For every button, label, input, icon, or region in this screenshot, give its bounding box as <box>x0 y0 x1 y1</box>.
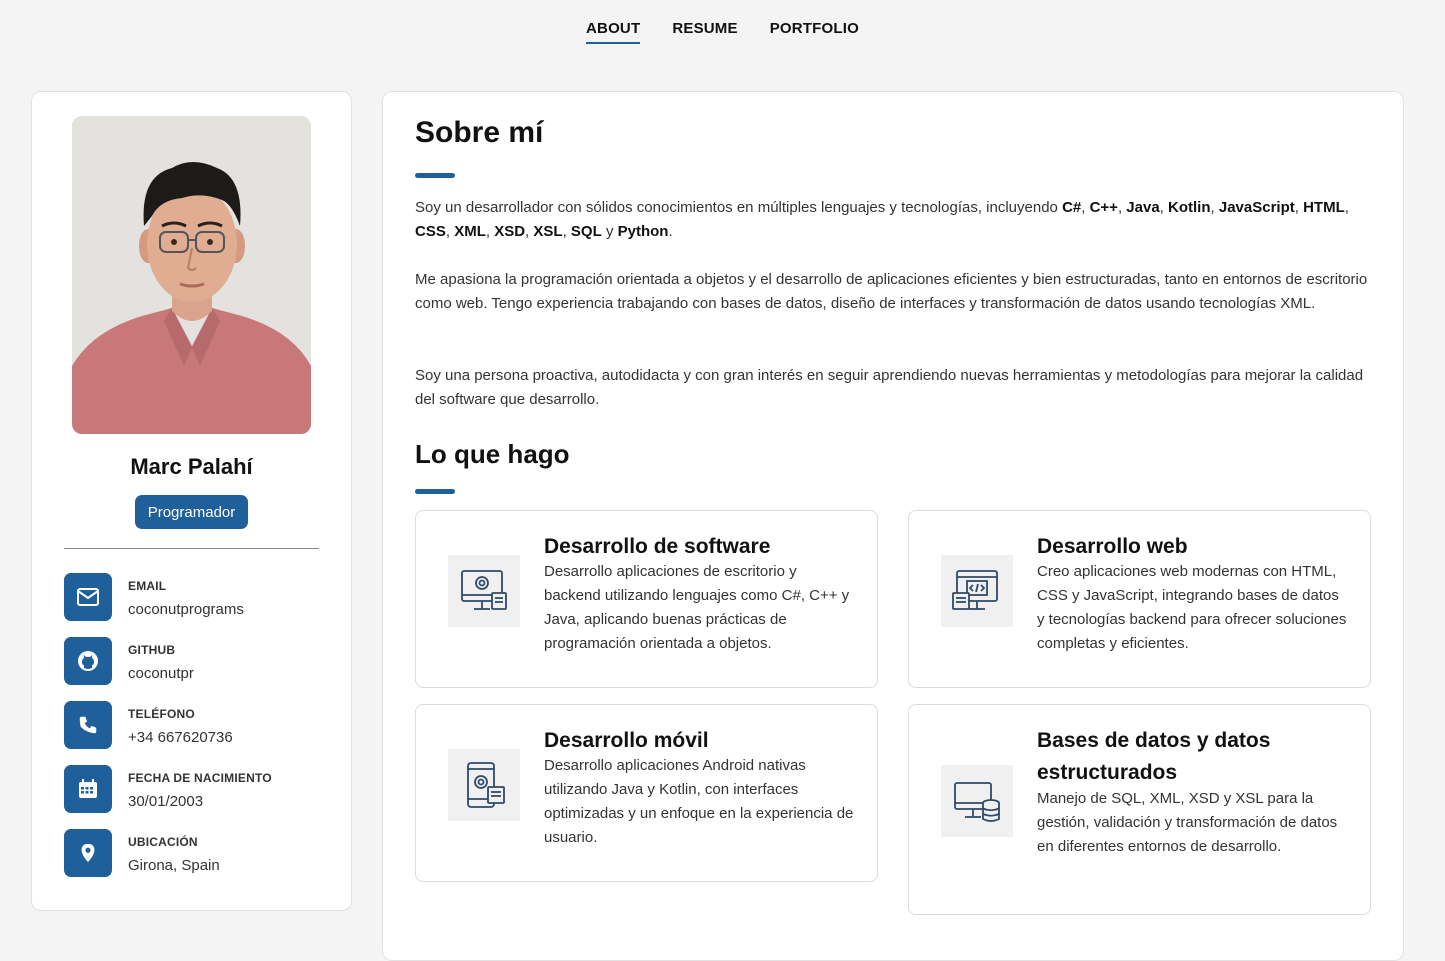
service-title: Desarrollo de software <box>544 535 771 558</box>
location-pin-icon <box>64 829 112 877</box>
contact-label: TELÉFONO <box>128 707 195 721</box>
service-card-mobile: Desarrollo móvil Desarrollo aplicaciones… <box>415 704 878 882</box>
contact-email: EMAIL coconutprograms <box>64 573 324 623</box>
contact-label: FECHA DE NACIMIENTO <box>128 771 272 785</box>
role-badge: Programador <box>135 495 248 529</box>
service-text: Desarrollo aplicaciones Android nativas … <box>544 757 854 846</box>
services-underline <box>415 489 455 494</box>
about-paragraph-2: Me apasiona la programación orientada a … <box>415 271 1368 312</box>
contact-github: GITHUB coconutpr <box>64 637 324 687</box>
web-code-icon <box>941 555 1013 627</box>
top-nav: ABOUT RESUME PORTFOLIO <box>0 0 1445 60</box>
contact-label: UBICACIÓN <box>128 835 198 849</box>
contact-phone: TELÉFONO +34 667620736 <box>64 701 324 751</box>
service-title: Desarrollo móvil <box>544 729 709 752</box>
service-text: Desarrollo aplicaciones de escritorio y … <box>544 563 850 652</box>
contact-birthdate: FECHA DE NACIMIENTO 30/01/2003 <box>64 765 324 815</box>
database-monitor-icon <box>941 765 1013 837</box>
nav-resume[interactable]: RESUME <box>672 20 737 44</box>
contact-value: Girona, Spain <box>128 857 220 874</box>
github-icon <box>64 637 112 685</box>
contact-value[interactable]: coconutpr <box>128 665 194 682</box>
about-panel: Sobre mí Soy un desarrollador con sólido… <box>382 91 1404 961</box>
mobile-gear-icon <box>448 749 520 821</box>
calendar-icon <box>64 765 112 813</box>
sidebar-divider <box>64 548 319 549</box>
phone-icon <box>64 701 112 749</box>
contact-label: GITHUB <box>128 643 176 657</box>
service-card-software: Desarrollo de software Desarrollo aplica… <box>415 510 878 688</box>
services-title: Lo que hago <box>415 439 570 469</box>
contact-value[interactable]: +34 667620736 <box>128 729 233 746</box>
profile-photo <box>72 116 311 434</box>
contact-location: UBICACIÓN Girona, Spain <box>64 829 324 879</box>
about-paragraph-1: Soy un desarrollador con sólidos conocim… <box>415 199 1349 240</box>
service-card-databases: Bases de datos y datos estructurados Man… <box>908 704 1371 915</box>
nav-about[interactable]: ABOUT <box>586 20 641 44</box>
service-card-web: Desarrollo web Creo aplicaciones web mod… <box>908 510 1371 688</box>
contact-value: 30/01/2003 <box>128 793 204 810</box>
nav-portfolio[interactable]: PORTFOLIO <box>770 20 859 44</box>
about-title: Sobre mí <box>415 116 544 149</box>
about-paragraph-3: Soy una persona proactiva, autodidacta y… <box>415 367 1364 408</box>
service-text: Creo aplicaciones web modernas con HTML,… <box>1037 563 1347 652</box>
envelope-icon <box>64 573 112 621</box>
service-text: Manejo de SQL, XML, XSD y XSL para la ge… <box>1037 790 1338 855</box>
monitor-gear-icon <box>448 555 520 627</box>
profile-name: Marc Palahí <box>130 454 253 479</box>
contact-value[interactable]: coconutprograms <box>128 601 244 618</box>
title-underline <box>415 173 455 178</box>
profile-sidebar: Marc Palahí Programador EMAIL coconutpro… <box>31 91 352 911</box>
service-title: Bases de datos y datos estructurados <box>1037 729 1271 784</box>
service-title: Desarrollo web <box>1037 535 1188 558</box>
contact-label: EMAIL <box>128 579 167 593</box>
